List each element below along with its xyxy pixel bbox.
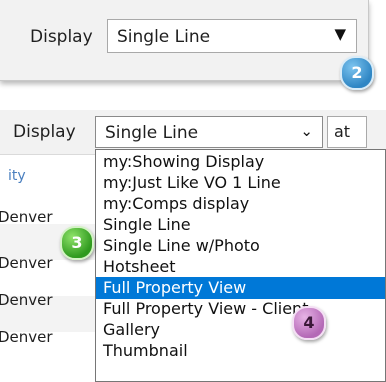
display-select[interactable]: Single Line ▼ xyxy=(107,19,357,53)
display-toolbar-collapsed: Display Single Line ▼ xyxy=(0,0,369,81)
option-full-property-view-client[interactable]: Full Property View - Client xyxy=(96,298,385,320)
table-cell-city: Denver xyxy=(0,254,53,272)
table-cell-city: Denver xyxy=(0,291,53,309)
display-options-list[interactable]: my:Showing Display my:Just Like VO 1 Lin… xyxy=(95,149,386,382)
option-hotsheet[interactable]: Hotsheet xyxy=(96,256,385,278)
option-my-showing-display[interactable]: my:Showing Display xyxy=(96,151,385,173)
option-my-comps-display[interactable]: my:Comps display xyxy=(96,193,385,215)
option-single-line-w-photo[interactable]: Single Line w/Photo xyxy=(96,235,385,257)
column-header-city[interactable]: ity xyxy=(8,168,26,184)
at-field-text: at xyxy=(334,122,351,141)
option-thumbnail[interactable]: Thumbnail xyxy=(96,340,385,362)
option-single-line[interactable]: Single Line xyxy=(96,214,385,236)
at-field[interactable]: at xyxy=(327,116,367,148)
callout-badge-2: 2 xyxy=(340,56,374,90)
chevron-down-icon[interactable]: ⌄ xyxy=(300,122,313,140)
display-select-value: Single Line xyxy=(105,123,199,143)
display-select-open[interactable]: Single Line ⌄ xyxy=(95,116,323,148)
display-label: Display xyxy=(30,27,93,47)
callout-badge-4: 4 xyxy=(292,306,326,340)
option-full-property-view[interactable]: Full Property View xyxy=(96,277,385,299)
display-label: Display xyxy=(13,122,76,142)
option-my-just-like-vo-1-line[interactable]: my:Just Like VO 1 Line xyxy=(96,172,385,194)
option-gallery[interactable]: Gallery xyxy=(96,319,385,341)
callout-badge-3: 3 xyxy=(60,226,94,260)
dropdown-arrow-icon[interactable]: ▼ xyxy=(334,25,346,43)
table-cell-city: Denver xyxy=(0,328,53,346)
table-cell-city: Denver xyxy=(0,208,53,226)
display-select-value: Single Line xyxy=(117,27,211,47)
